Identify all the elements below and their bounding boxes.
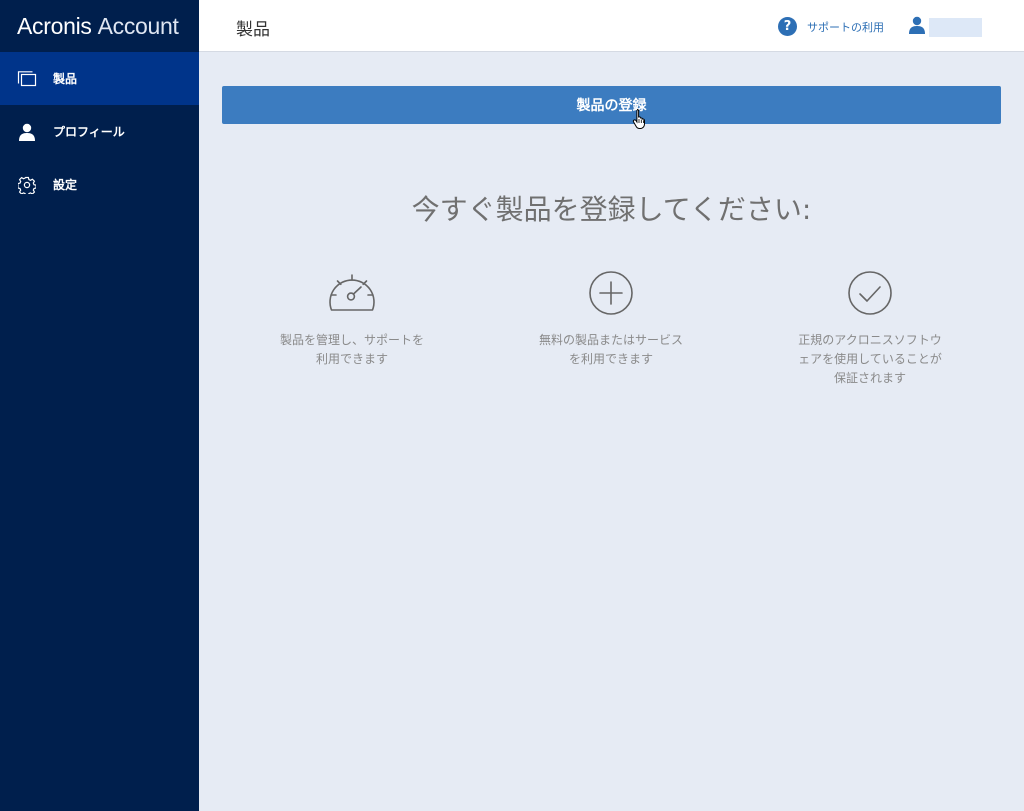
brand-logo[interactable]: Acronis Account (0, 0, 199, 52)
user-icon (17, 122, 37, 142)
brand-name: Acronis (17, 12, 92, 39)
speedometer-icon (329, 274, 375, 311)
feature-free: 無料の製品またはサービスを利用できます (536, 271, 686, 369)
sidebar-item-products[interactable]: 製品 (0, 52, 199, 105)
products-icon (17, 69, 37, 89)
support-label: サポートの利用 (807, 20, 884, 34)
sidebar-item-label: 設定 (53, 178, 78, 192)
hand-cursor-icon (632, 108, 648, 134)
plus-circle-icon (589, 271, 633, 315)
help-icon: ? (778, 17, 797, 36)
page-title: 製品 (236, 20, 270, 40)
sidebar-item-label: プロフィール (53, 125, 125, 139)
feature-genuine: 正規のアクロニスソフトウェアを使用していることが保証されます (795, 271, 945, 388)
sidebar-item-label: 製品 (53, 72, 78, 86)
feature-text: 無料の製品またはサービスを利用できます (538, 333, 683, 366)
support-link[interactable]: ? サポートの利用 (778, 17, 884, 36)
feature-text: 正規のアクロニスソフトウェアを使用していることが保証されます (798, 333, 942, 385)
sidebar-item-profile[interactable]: プロフィール (0, 105, 199, 158)
feature-manage: 製品を管理し、サポートを利用できます (277, 271, 427, 369)
feature-text: 製品を管理し、サポートを利用できます (279, 333, 424, 366)
register-product-button[interactable]: 製品の登録 (222, 86, 1001, 124)
gear-icon (17, 175, 37, 195)
sidebar-item-settings[interactable]: 設定 (0, 158, 199, 211)
user-icon (908, 16, 926, 38)
user-name (929, 17, 982, 37)
top-bar: 製品 ? サポートの利用 (199, 0, 1024, 52)
check-circle-icon (848, 271, 892, 315)
user-menu[interactable] (908, 16, 982, 38)
sidebar: Acronis Account 製品 プロフィール 設定 (0, 0, 199, 811)
brand-product: Account (97, 12, 179, 39)
headline: 今すぐ製品を登録してください: (411, 193, 812, 226)
